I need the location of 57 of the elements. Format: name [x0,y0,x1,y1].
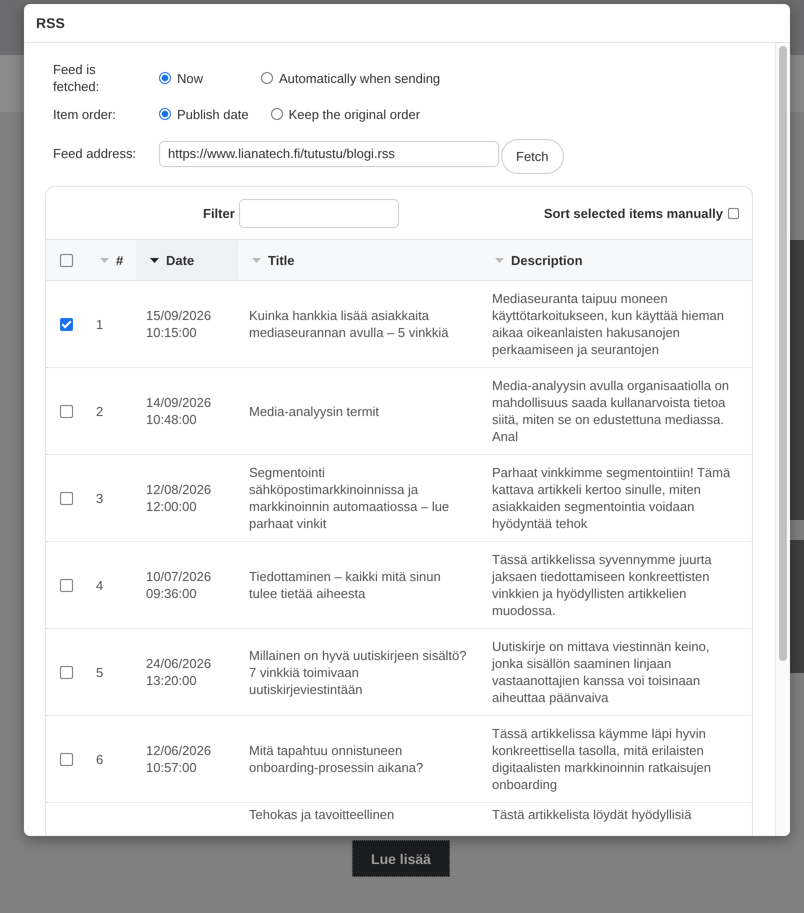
sort-manually-label: Sort selected items manually [544,206,723,220]
row-checkbox[interactable] [60,318,72,330]
column-header[interactable]: # [86,240,136,280]
description-cell: Uutiskirje on mittava viestinnän keino, jonka sisällön saaminen linjaan vastaanottajien kanssa voi toisinaan aiheuttaa päänvaiva [492,639,710,705]
radio-option[interactable]: Publish date [159,106,249,122]
column-header[interactable]: Date [136,240,238,280]
row-number: 1 [96,316,104,332]
feed-address-label: Feed address: [53,145,138,162]
sort-caret-icon [100,258,109,262]
date-cell: 10/07/2026 09:36:00 [146,569,212,601]
title-cell: Tehokas ja tavoitteellinen [249,807,394,822]
setting-label: Feed is fetched: [53,61,100,95]
dialog-title: RSS [36,15,65,31]
sort-caret-icon [150,258,159,262]
column-header[interactable]: Title [238,240,481,280]
description-cell: Tässä artikkelissa käymme läpi hyvin konkreettisella tasolla, mitä erilaisten digitaalisten markkinoinnin ratkaisujen onboarding [492,726,711,792]
title-cell: Segmentointi sähköpostimarkkinoinnissa ja markkinoinnin automaatiossa – lue parhaat vinkit [249,465,450,531]
sort-manually-checkbox[interactable] [728,208,739,218]
description-cell: Tässä artikkelissa syvennymme juurta jaksaen tiedottamiseen konkreettisten vinkkien ja hyödyllisten artikkelien muodossa. [492,552,712,618]
feed-address-field[interactable]: https://www.lianatech.fi/tutustu/blogi.rss [159,140,499,166]
column-header[interactable]: Description [481,240,752,280]
date-cell: 14/09/2026 10:48:00 [146,395,212,427]
row-number: 6 [96,752,104,766]
row-checkbox[interactable] [60,666,72,678]
select-all-checkbox[interactable] [60,254,72,266]
row-number: 4 [96,578,104,592]
row-checkbox[interactable] [60,404,72,418]
row-checkbox[interactable] [60,578,72,592]
row-number: 3 [96,490,104,506]
date-cell: 15/09/2026 10:15:00 [146,308,212,340]
filter-label: Filter [203,206,235,220]
date-cell: 24/06/2026 13:20:00 [146,656,212,688]
description-cell: Parhaat vinkkimme segmentointiin! Tämä kattava artikkeli kertoo sinulle, miten asiakkaiden segmentointia voidaan hyödyntää tehok [492,465,730,531]
description-cell: Media-analyysin avulla organisaatiolla on mahdollisuus saada kullanarvoista tietoa siitä, miten se on edustettuna mediassa. Anal [492,378,730,444]
filter-field[interactable] [238,198,399,228]
title-cell: Tiedottaminen – kaikki mitä sinun tulee tietää aiheesta [249,569,441,601]
radio-option[interactable]: Keep the original order [270,106,420,122]
radio-option[interactable]: Now [159,70,204,86]
description-cell: Mediaseuranta taipuu moneen käyttötarkoitukseen, kun käyttää hieman aikaa oikeanlaisten hakusanojen perkaamiseen ja seurantojen [492,291,724,357]
date-cell: 12/06/2026 10:57:00 [146,743,212,775]
title-cell: Media-analyysin termit [249,404,380,418]
read-more-button[interactable]: Lue lisää [352,840,450,877]
title-cell: Millainen on hyvä uutiskirjeen sisältö? 7 vinkkiä toimivaan uutiskirjeviestintään [249,648,467,696]
setting-label: Item order: [53,106,117,122]
title-cell: Mitä tapahtuu onnistuneen onboarding-prosessin aikana? [249,743,424,775]
date-cell: 12/08/2026 12:00:00 [146,482,212,514]
radio-option[interactable]: Automatically when sending [261,70,440,86]
title-cell: Kuinka hankkia lisää asiakkaita mediaseurannan avulla – 5 vinkkiä [249,308,448,340]
fetch-button[interactable]: Fetch [501,139,564,174]
row-checkbox[interactable] [60,492,72,504]
sort-caret-icon [252,258,261,262]
sort-caret-icon [495,258,504,262]
description-cell: Tästä artikkelista löydät hyödyllisiä [492,807,692,822]
scrollbar-thumb[interactable] [779,46,787,661]
row-number: 5 [96,664,104,680]
row-checkbox[interactable] [60,752,72,766]
row-number: 2 [96,404,104,418]
